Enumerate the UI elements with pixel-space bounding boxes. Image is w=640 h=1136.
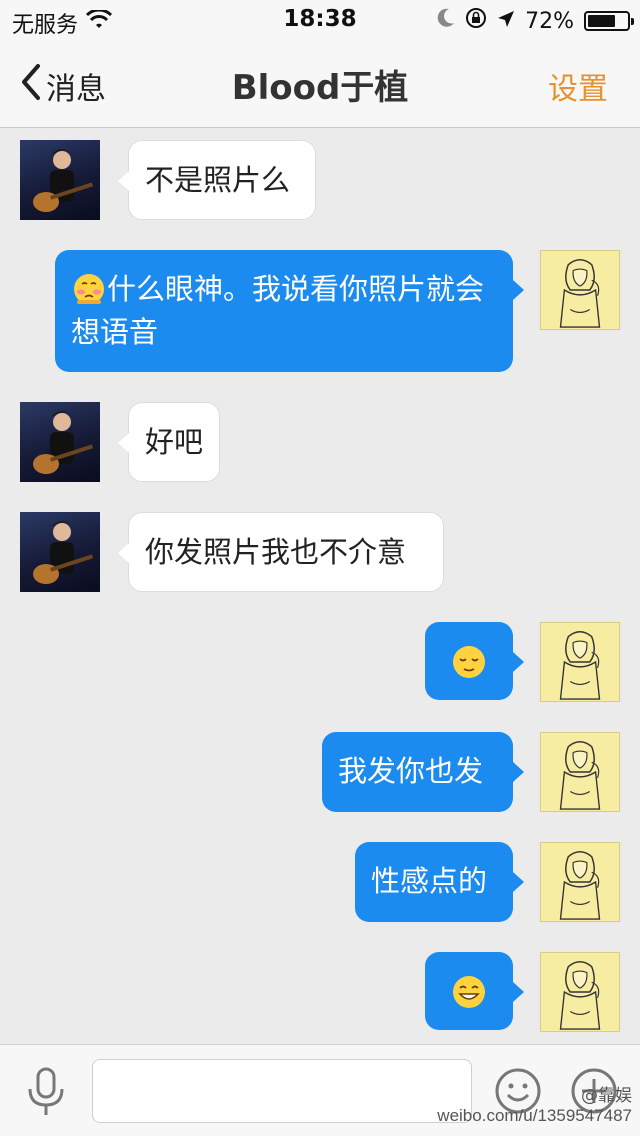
- my-avatar[interactable]: [540, 250, 620, 330]
- my-avatar[interactable]: [540, 732, 620, 812]
- my-avatar[interactable]: [540, 952, 620, 1032]
- contact-avatar[interactable]: [20, 512, 100, 592]
- message-text: 不是照片么: [145, 163, 291, 197]
- status-bar: 无服务 18:38 72%: [0, 0, 640, 40]
- mic-icon[interactable]: [24, 1067, 68, 1117]
- message-bubble[interactable]: [425, 952, 524, 1030]
- message-bubble[interactable]: 性感点的: [355, 842, 524, 922]
- message-text: 你发照片我也不介意: [145, 535, 407, 569]
- message-bubble[interactable]: 你发照片我也不介意: [118, 512, 444, 592]
- watermark-handle: @靠娱: [581, 1086, 632, 1106]
- message-input[interactable]: [92, 1059, 472, 1123]
- contact-avatar[interactable]: [20, 140, 100, 220]
- moon-icon: [437, 8, 455, 34]
- rotation-lock-icon: [465, 7, 487, 35]
- location-arrow-icon: [497, 9, 515, 34]
- blush-face-emoji: [71, 270, 107, 306]
- settings-button[interactable]: 设置: [548, 64, 608, 108]
- watermark-url: weibo.com/u/1359547487: [437, 1106, 632, 1125]
- message-text: 我发你也发: [338, 754, 484, 788]
- battery-fill: [588, 15, 616, 27]
- message-bubble[interactable]: 好吧: [118, 402, 220, 482]
- relieved-face-emoji: [451, 644, 487, 680]
- battery-icon: [584, 11, 634, 31]
- message-bubble[interactable]: 不是照片么: [118, 140, 316, 220]
- message-text: 什么眼神。我说看你照片就会想语音: [71, 272, 485, 349]
- message-list: 不是照片么 什么眼神。我说看你照片就会想语音 好吧 你发照片我也不介意 我发你也…: [0, 128, 640, 1044]
- message-bubble[interactable]: [425, 622, 524, 700]
- my-avatar[interactable]: [540, 622, 620, 702]
- my-avatar[interactable]: [540, 842, 620, 922]
- message-text: 好吧: [145, 425, 204, 459]
- input-bar: @靠娱 weibo.com/u/1359547487: [0, 1044, 640, 1136]
- message-bubble[interactable]: 什么眼神。我说看你照片就会想语音: [55, 250, 524, 372]
- message-text: 性感点的: [371, 864, 488, 898]
- contact-avatar[interactable]: [20, 402, 100, 482]
- message-bubble[interactable]: 我发你也发: [322, 732, 524, 812]
- grinning-face-emoji: [451, 974, 487, 1010]
- battery-percent: 72%: [525, 8, 574, 34]
- chat-title: Blood于植: [231, 68, 409, 108]
- nav-bar: 消息 Blood于植 设置: [0, 40, 640, 128]
